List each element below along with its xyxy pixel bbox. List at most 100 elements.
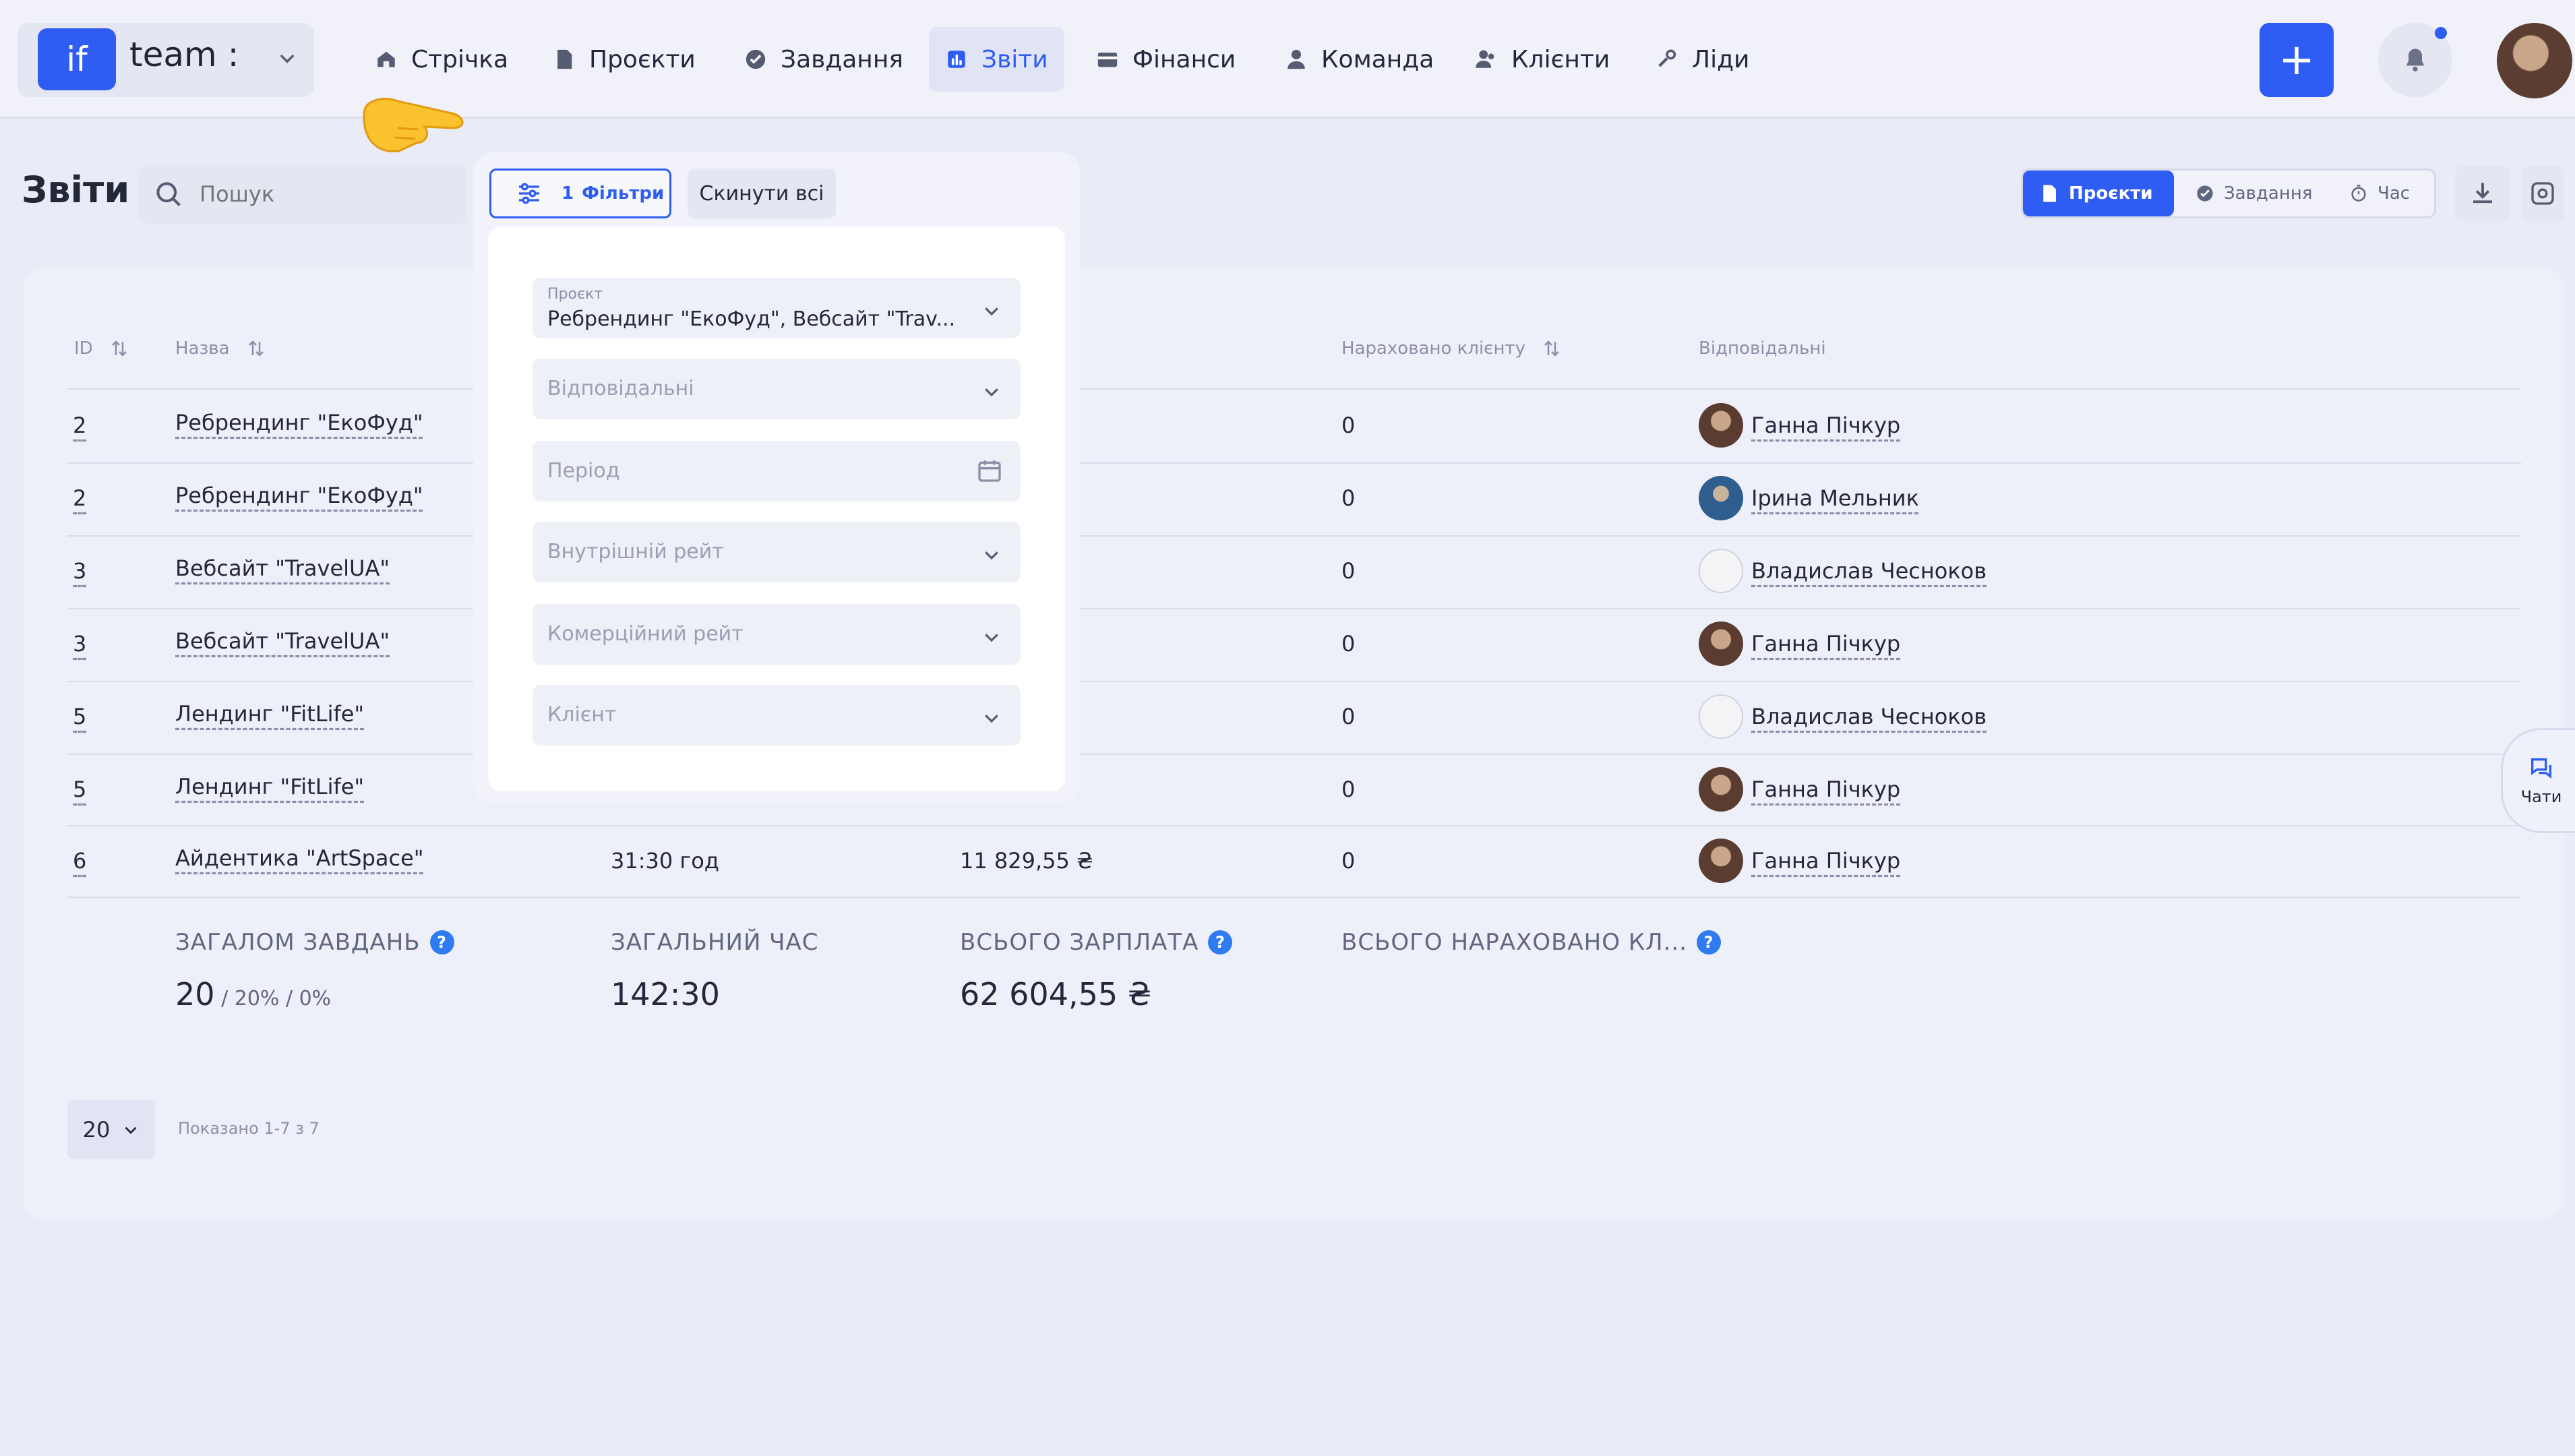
row-owner[interactable]: Ганна Пічкур: [1751, 777, 1900, 802]
page-title: Звіти: [22, 169, 130, 211]
nav-feed[interactable]: Стрічка: [359, 27, 524, 92]
per-page-select[interactable]: 20: [67, 1100, 155, 1159]
commercial-rate-select[interactable]: Комерційний рейт: [533, 604, 1021, 665]
row-owner[interactable]: Владислав Чесноков: [1751, 558, 1987, 584]
nav-reports[interactable]: Звіти: [929, 27, 1064, 92]
row-id[interactable]: 3: [73, 558, 86, 584]
chevron-down-icon: [985, 307, 998, 316]
leads-icon: [1658, 49, 1676, 67]
row-owner[interactable]: Ірина Мельник: [1751, 485, 1919, 511]
help-icon[interactable]: ?: [1208, 930, 1233, 954]
summary-salary-label: ВСЬОГО ЗАРПЛАТА ?: [960, 929, 1233, 956]
row-name[interactable]: Айдентика "ArtSpace": [175, 845, 424, 871]
search-input[interactable]: [200, 164, 456, 224]
user-avatar[interactable]: [2497, 23, 2572, 98]
check-circle-icon: [2197, 185, 2213, 202]
nav-tasks[interactable]: Завдання: [728, 27, 919, 92]
settings-button[interactable]: [2521, 166, 2564, 221]
chevron-down-icon: [985, 388, 998, 397]
summary-salary-value: 62 604,55 ₴: [960, 976, 1152, 1012]
segment-projects[interactable]: Проєкти: [2023, 171, 2174, 216]
row-charged: 0: [1341, 848, 1356, 874]
reset-filters-button-active[interactable]: Скинути всі: [688, 169, 836, 218]
row-id[interactable]: 5: [73, 777, 86, 802]
bell-icon: [2406, 49, 2425, 71]
row-id[interactable]: 6: [73, 848, 86, 874]
row-name[interactable]: Лендинг "FitLife": [175, 774, 364, 799]
nav-label: Звіти: [981, 45, 1048, 73]
sort-icon: [111, 340, 127, 357]
row-id[interactable]: 2: [73, 485, 86, 511]
pointing-hand-icon: [363, 98, 464, 152]
column-header-name[interactable]: Назва: [175, 338, 266, 359]
row-id[interactable]: 2: [73, 413, 86, 438]
help-icon[interactable]: ?: [1696, 930, 1721, 954]
chats-label: Чати: [2520, 787, 2562, 806]
row-name[interactable]: Вебсайт "TravelUA": [175, 555, 390, 581]
summary-number: 20: [175, 976, 215, 1012]
sort-icon: [248, 340, 264, 357]
sliders-icon: [519, 183, 539, 204]
row-charged: 0: [1341, 704, 1356, 729]
chevron-down-icon: [985, 634, 998, 642]
column-label: Відповідальні: [1699, 338, 1826, 359]
filters-button-active[interactable]: 1 Фільтри: [489, 169, 671, 218]
document-icon: [2043, 185, 2056, 202]
search-icon: [156, 182, 181, 206]
workspace-name: team :: [129, 35, 239, 74]
home-icon: [377, 51, 395, 67]
avatar: [1699, 694, 1743, 739]
per-page-value: 20: [82, 1117, 111, 1143]
row-id[interactable]: 5: [73, 704, 86, 729]
avatar: [1699, 621, 1743, 666]
client-select[interactable]: Клієнт: [533, 685, 1021, 746]
row-divider: [67, 535, 2521, 537]
avatar: [1699, 549, 1743, 593]
row-name[interactable]: Лендинг "FitLife": [175, 701, 364, 727]
download-icon: [2473, 183, 2492, 204]
row-id[interactable]: 3: [73, 631, 86, 657]
search-box[interactable]: [139, 164, 466, 224]
row-name[interactable]: Вебсайт "TravelUA": [175, 628, 390, 654]
row-charged: 0: [1341, 485, 1356, 511]
column-header-charged[interactable]: Нараховано клієнту: [1341, 338, 1562, 359]
nav-clients[interactable]: Клієнти: [1459, 27, 1626, 92]
field-placeholder: Період: [547, 459, 620, 483]
segment-label: Час: [2377, 183, 2411, 204]
row-owner[interactable]: Ганна Пічкур: [1751, 848, 1900, 874]
user-icon: [1288, 49, 1305, 69]
field-placeholder: Комерційний рейт: [547, 622, 744, 646]
responsible-select[interactable]: Відповідальні: [533, 359, 1021, 419]
filters-count: 1: [562, 183, 574, 204]
segment-time[interactable]: Час: [2333, 171, 2426, 216]
segment-tasks[interactable]: Завдання: [2179, 171, 2328, 216]
chats-tab[interactable]: Чати: [2501, 728, 2575, 833]
add-button[interactable]: +: [2260, 23, 2334, 97]
avatar: [1699, 403, 1743, 448]
field-placeholder: Внутрішній рейт: [547, 540, 724, 564]
row-owner[interactable]: Владислав Чесноков: [1751, 704, 1987, 729]
chat-icon: [2531, 758, 2551, 779]
column-header-id[interactable]: ID: [74, 338, 129, 359]
row-salary: 11 829,55 ₴: [960, 848, 1093, 874]
column-label: Назва: [175, 338, 230, 359]
row-owner[interactable]: Ганна Пічкур: [1751, 631, 1900, 657]
period-picker[interactable]: Період: [533, 441, 1021, 502]
nav-finance[interactable]: Фінанси: [1080, 27, 1252, 92]
nav-label: Фінанси: [1132, 45, 1236, 73]
row-name[interactable]: Ребрендинг "ЕкоФуд": [175, 410, 423, 435]
project-select[interactable]: Проєкт Ребрендинг "ЕкоФуд", Вебсайт "Tra…: [533, 278, 1021, 338]
help-icon[interactable]: ?: [429, 930, 454, 954]
nav-label: Команда: [1321, 45, 1434, 73]
column-label: Нараховано клієнту: [1341, 338, 1525, 359]
internal-rate-select[interactable]: Внутрішній рейт: [533, 522, 1021, 582]
column-header-owners: Відповідальні: [1699, 338, 1826, 359]
row-owner[interactable]: Ганна Пічкур: [1751, 413, 1900, 438]
gear-icon: [2531, 182, 2554, 205]
nav-leads[interactable]: Ліди: [1639, 27, 1765, 92]
row-name[interactable]: Ребрендинг "ЕкоФуд": [175, 483, 423, 508]
nav-projects[interactable]: Проєкти: [537, 27, 712, 92]
download-button[interactable]: [2455, 166, 2510, 221]
nav-team[interactable]: Команда: [1269, 27, 1450, 92]
summary-tasks-label: ЗАГАЛОМ ЗАВДАНЬ ?: [175, 929, 454, 956]
